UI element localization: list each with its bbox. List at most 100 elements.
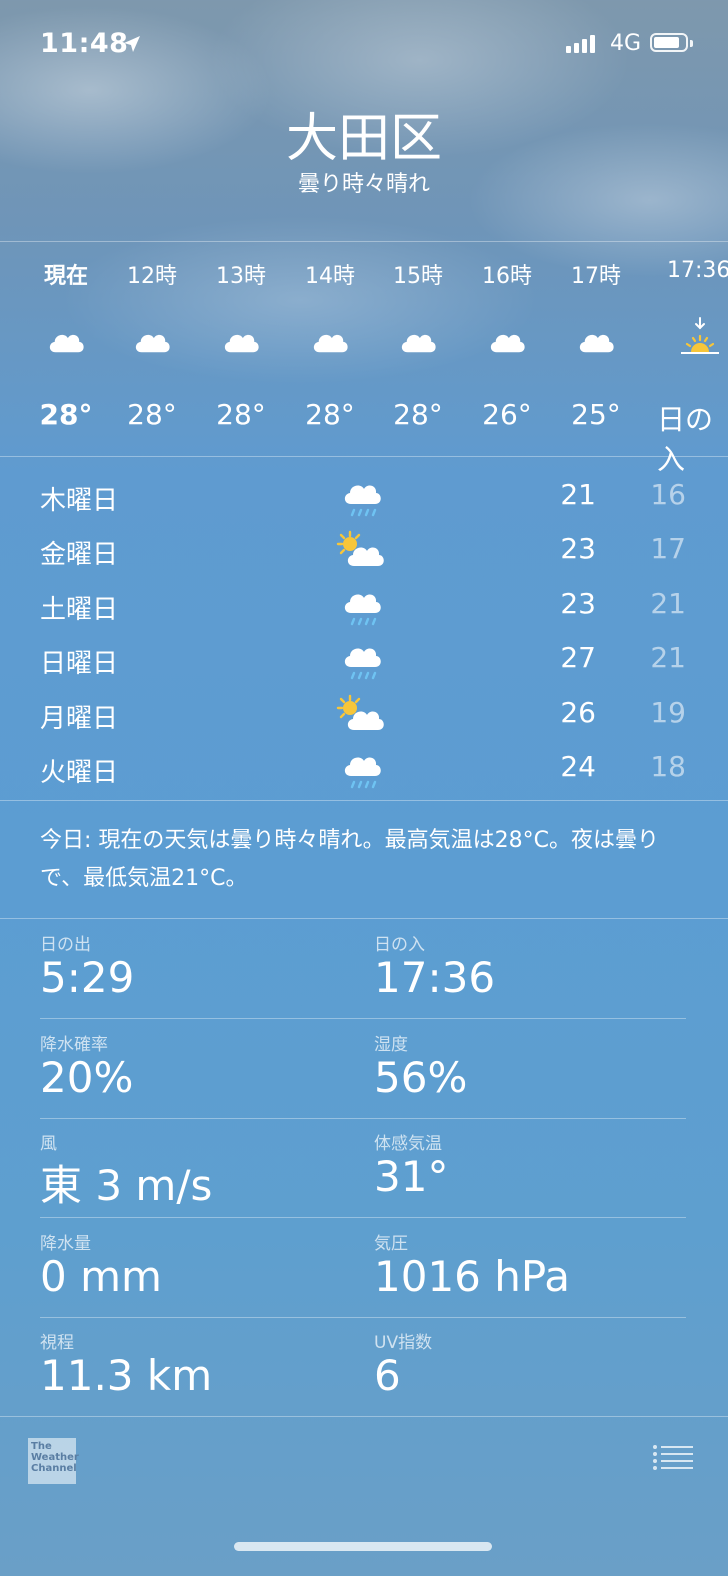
detail-label: 日の出: [40, 935, 91, 955]
day-name: 土曜日: [40, 594, 119, 625]
hourly-item: 現在 28°: [26, 258, 106, 431]
rain-cloud-icon: [340, 637, 386, 691]
partly-cloudy-icon: [334, 692, 386, 742]
day-name: 木曜日: [40, 486, 119, 516]
hourly-item: 17時 25°: [556, 258, 636, 431]
detail-label: UV指数: [374, 1333, 433, 1354]
rain-cloud-icon: [340, 474, 386, 528]
cellular-signal-icon: [566, 35, 595, 53]
location-arrow-icon: [124, 36, 140, 52]
hourly-time: 現在: [43, 264, 88, 289]
detail-value: 0 mm: [40, 1251, 162, 1301]
day-low-temp: 17: [650, 532, 686, 566]
cloud-icon: [396, 324, 440, 360]
detail-value: 11.3 km: [40, 1351, 213, 1401]
hourly-time: 17:36: [667, 258, 728, 283]
day-name: 金曜日: [40, 540, 119, 571]
hourly-time: 12時: [127, 264, 177, 289]
day-name: 月曜日: [40, 703, 119, 734]
day-high-temp: 26: [560, 695, 596, 729]
daily-row: 木曜日 21 16: [0, 470, 728, 524]
hourly-time: 16時: [482, 264, 532, 289]
today-summary: 今日: 現在の天気は曇り時々晴れ。最高気温は28°C。夜は曇りで、最低気温21°…: [40, 828, 659, 891]
home-indicator[interactable]: [234, 1542, 492, 1551]
detail-value: 17:36: [374, 953, 496, 1002]
city-name: 大田区: [285, 109, 442, 169]
divider: [40, 1018, 686, 1019]
hourly-time: 15時: [393, 264, 443, 289]
daily-row: 金曜日 23 17: [0, 524, 728, 578]
divider: [0, 800, 728, 801]
detail-label: 気圧: [374, 1233, 408, 1254]
weather-channel-logo[interactable]: The Weather Channel: [28, 1438, 79, 1484]
detail-cell: 湿度 56%: [374, 1030, 674, 1102]
hourly-temp: 25°: [571, 398, 621, 431]
hourly-time: 13時: [216, 264, 266, 289]
cloud-icon: [308, 324, 352, 360]
network-type: 4G: [610, 31, 642, 56]
hourly-temp: 28°: [393, 398, 443, 431]
cloud-icon: [130, 324, 174, 360]
day-high-temp: 23: [560, 586, 596, 620]
hourly-item: 14時 28°: [290, 258, 370, 431]
divider: [40, 1217, 686, 1219]
partly-cloudy-icon: [334, 528, 386, 578]
detail-label: 降水確率: [40, 1034, 108, 1055]
daily-row: 火曜日 24 18: [0, 742, 728, 796]
detail-label: 湿度: [374, 1034, 408, 1055]
detail-cell: 降水量 0 mm: [40, 1229, 340, 1301]
divider: [0, 241, 728, 242]
hourly-time: 17時: [571, 264, 621, 289]
detail-cell: 日の入 17:36: [374, 930, 674, 1002]
sunset-icon: [677, 316, 723, 366]
detail-label: 風: [40, 1134, 57, 1155]
battery-icon: [650, 33, 693, 52]
hourly-temp: 日の入: [657, 403, 714, 476]
detail-cell: 気圧 1016 hPa: [374, 1229, 674, 1301]
divider: [0, 1416, 728, 1417]
detail-value: 20%: [40, 1052, 134, 1102]
day-low-temp: 21: [650, 586, 686, 620]
detail-label: 降水量: [40, 1233, 91, 1254]
hourly-item: 16時 26°: [467, 258, 547, 431]
day-name: 火曜日: [40, 758, 119, 788]
detail-value: 東 3 m/s: [40, 1161, 213, 1211]
divider: [0, 456, 728, 457]
day-high-temp: 24: [560, 750, 596, 783]
detail-value: 56%: [374, 1052, 468, 1102]
day-low-temp: 19: [650, 695, 686, 729]
hourly-time: 14時: [305, 264, 355, 289]
city-list-icon[interactable]: [652, 1444, 694, 1472]
cloud-icon: [44, 324, 88, 360]
daily-row: 月曜日 26 19: [0, 688, 728, 742]
divider: [0, 918, 728, 919]
cloud-icon: [219, 324, 263, 360]
day-low-temp: 16: [650, 478, 686, 511]
detail-cell: 降水確率 20%: [40, 1030, 340, 1102]
daily-row: 日曜日 27 21: [0, 633, 728, 687]
hourly-item: 15時 28°: [378, 258, 458, 431]
detail-cell: 視程 11.3 km: [40, 1328, 340, 1400]
detail-label: 視程: [40, 1333, 74, 1354]
day-low-temp: 21: [650, 641, 686, 675]
detail-label: 体感気温: [374, 1134, 442, 1155]
detail-value: 31°: [374, 1152, 449, 1202]
detail-value: 6: [374, 1351, 401, 1401]
detail-cell: UV指数 6: [374, 1328, 674, 1400]
divider: [40, 1316, 686, 1318]
daily-row: 土曜日 23 21: [0, 579, 728, 633]
divider: [40, 1117, 686, 1119]
day-high-temp: 23: [560, 532, 596, 566]
status-time: 11:48: [40, 28, 129, 59]
detail-value: 5:29: [40, 953, 135, 1002]
rain-cloud-icon: [340, 583, 386, 637]
day-name: 日曜日: [40, 649, 119, 680]
hourly-temp: 28°: [216, 398, 266, 431]
hourly-temp: 28°: [127, 398, 177, 431]
hourly-item: 17:36 日の入: [657, 258, 728, 476]
hourly-item: 13時 28°: [201, 258, 281, 431]
sky-background: [0, 0, 728, 460]
hourly-temp: 28°: [305, 398, 355, 431]
detail-value: 1016 hPa: [374, 1251, 571, 1301]
cloud-icon: [574, 324, 618, 360]
